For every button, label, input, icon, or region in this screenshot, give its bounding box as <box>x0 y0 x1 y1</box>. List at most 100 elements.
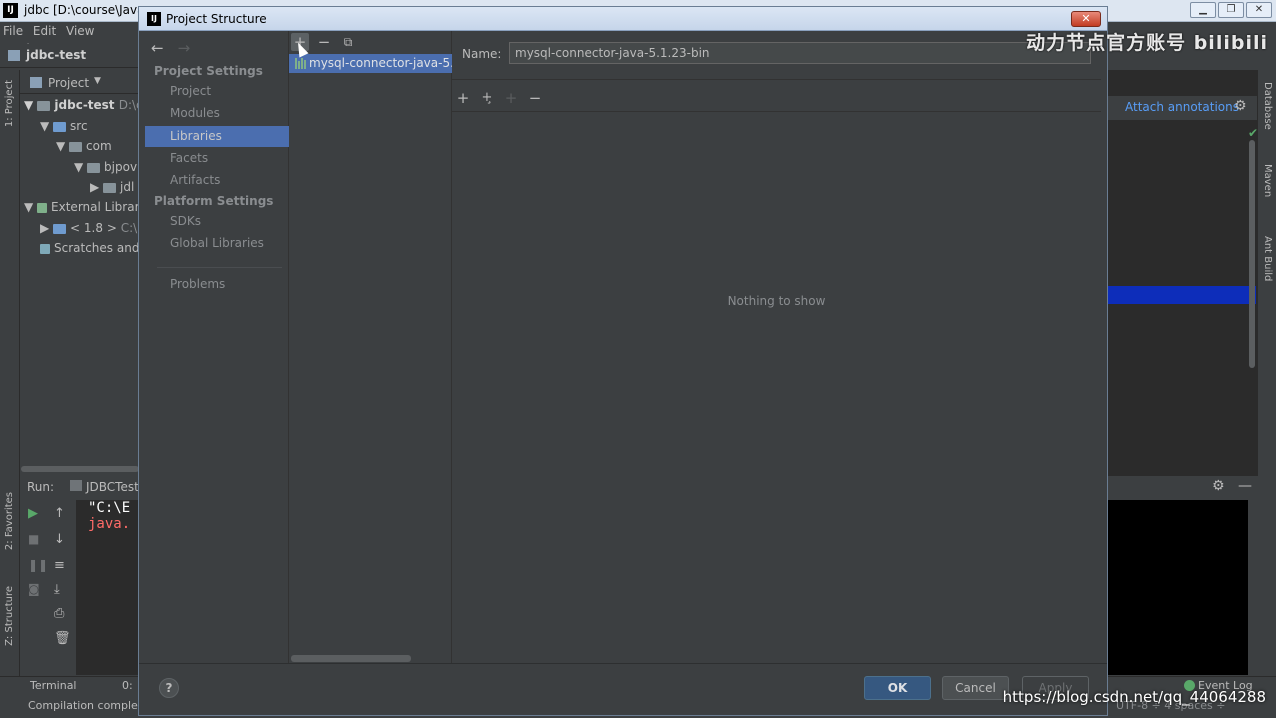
status-text: Compilation comple <box>28 699 138 712</box>
nav-item-modules[interactable]: Modules <box>145 103 289 124</box>
pause-icon[interactable]: ❚❚ <box>28 558 48 572</box>
stripe-database[interactable]: Database <box>1262 82 1273 130</box>
empty-state-text: Nothing to show <box>727 294 826 308</box>
gear-icon[interactable]: ⚙ <box>1234 98 1247 114</box>
cancel-button[interactable]: Cancel <box>942 676 1009 700</box>
restore-icon[interactable]: ❐ <box>1218 2 1244 18</box>
ide-window-title: jdbc [D:\course\Java <box>24 3 145 17</box>
menu-view[interactable]: View <box>63 22 97 40</box>
tree-item-scratches[interactable]: Scratches and <box>40 238 139 258</box>
soft-wrap-icon[interactable]: ≡ <box>54 558 65 573</box>
copy-library-icon[interactable]: ⧉ <box>339 33 357 51</box>
stripe-structure[interactable]: Z: Structure <box>4 586 15 646</box>
trash-icon[interactable]: 🗑 <box>54 631 71 646</box>
up-arrow-icon[interactable]: ↑ <box>54 506 65 521</box>
stripe-project[interactable]: 1: Project <box>4 80 15 127</box>
print-icon[interactable]: ⎙ <box>54 606 64 621</box>
package-icon <box>103 182 117 193</box>
messages-tab[interactable]: 0: <box>122 679 133 692</box>
sdk-icon <box>53 223 67 234</box>
run-label: Run: <box>27 480 55 494</box>
dialog-title: Project Structure <box>166 12 267 26</box>
stripe-favorites[interactable]: 2: Favorites <box>4 492 15 550</box>
right-tool-stripe: Database Maven Ant Build <box>1257 70 1276 676</box>
forward-arrow-icon[interactable]: → <box>178 39 191 57</box>
tree-item-jdk[interactable]: ▶ < 1.8 > C:\ <box>40 218 137 238</box>
menu-edit[interactable]: Edit <box>30 22 59 40</box>
ide-menubar: File Edit View Navig <box>0 22 140 56</box>
help-button[interactable]: ? <box>159 678 179 698</box>
library-list-item[interactable]: mysql-connector-java-5.1.23-bin <box>289 54 452 73</box>
platform-settings-header: Platform Settings <box>154 194 274 208</box>
dialog-body: ← → Project Settings Project Modules Libr… <box>145 31 1101 663</box>
nav-item-problems[interactable]: Problems <box>145 274 289 295</box>
nav-item-artifacts[interactable]: Artifacts <box>145 170 289 191</box>
project-view-icon <box>30 77 42 88</box>
video-watermark: 动力节点官方账号 bilibili <box>1026 32 1268 54</box>
stripe-ant-build[interactable]: Ant Build <box>1262 236 1273 281</box>
dialog-close-button[interactable]: ✕ <box>1071 11 1101 27</box>
ok-button[interactable]: OK <box>864 676 931 700</box>
terminal-tab[interactable]: Terminal <box>30 679 77 692</box>
tree-item-bjpow[interactable]: ▼ bjpov <box>74 157 137 177</box>
nav-item-libraries[interactable]: Libraries <box>145 126 289 147</box>
library-detail-panel: Name: mysql-connector-java-5.1.23-bin + … <box>452 31 1101 663</box>
editor-area[interactable] <box>1108 70 1258 480</box>
tree-item-external-libraries[interactable]: ▼ External Librar <box>24 197 140 217</box>
project-view-header: Project ▼ <box>20 72 140 94</box>
close-icon[interactable]: ✕ <box>1246 2 1272 18</box>
project-tool-window: Project ▼ ▼ jdbc-test D:\c ▼ src ▼ com ▼… <box>20 70 143 472</box>
tree-item-com[interactable]: ▼ com <box>56 136 112 156</box>
project-hscrollbar[interactable] <box>21 466 139 472</box>
console-stacktrace <box>130 540 138 670</box>
library-item-label: mysql-connector-java-5.1.23-bin <box>309 56 452 70</box>
remove-root-icon[interactable]: − <box>526 89 544 107</box>
bottom-right-console[interactable] <box>1108 500 1248 675</box>
minimize-icon[interactable]: ▁ <box>1190 2 1216 18</box>
settings-gear-icon[interactable]: ⚙ <box>1212 478 1225 494</box>
run-config-icon <box>70 480 82 491</box>
camera-icon[interactable]: ◙ <box>28 582 40 596</box>
library-name-input[interactable]: mysql-connector-java-5.1.23-bin <box>509 42 1091 64</box>
editor-vscrollbar[interactable] <box>1249 140 1255 368</box>
chevron-down-icon[interactable]: ▼ <box>94 76 101 86</box>
rerun-icon[interactable]: ▶ <box>28 506 38 521</box>
intellij-logo-icon: IJ <box>147 12 161 26</box>
libraries-hscrollbar[interactable] <box>291 655 411 662</box>
menu-file[interactable]: File <box>0 22 26 40</box>
tree-item-jdbc[interactable]: ▶ jdl <box>90 177 134 197</box>
library-icon <box>37 202 48 213</box>
nav-item-facets[interactable]: Facets <box>145 148 289 169</box>
stripe-maven[interactable]: Maven <box>1262 164 1273 197</box>
folder-icon <box>37 100 51 111</box>
remove-library-icon[interactable]: − <box>315 33 333 51</box>
settings-navigation: ← → Project Settings Project Modules Libr… <box>145 31 289 663</box>
tree-item-jdbc-test[interactable]: ▼ jdbc-test D:\c <box>24 95 143 115</box>
attach-annotations-bar: Attach annotations ⚙ <box>1108 96 1258 120</box>
run-console[interactable]: "C:\E java. <box>76 500 140 675</box>
project-view-selector[interactable]: Project <box>48 76 89 90</box>
project-crumb-label[interactable]: jdbc-test <box>26 48 86 62</box>
project-folder-icon <box>8 50 20 61</box>
detail-divider <box>452 79 1101 80</box>
nav-item-project[interactable]: Project <box>145 81 289 102</box>
down-arrow-icon[interactable]: ↓ <box>54 532 65 547</box>
add-with-options-icon[interactable]: +̧ <box>478 89 496 107</box>
project-breadcrumb: jdbc-test <box>0 44 140 68</box>
library-roots-toolbar: + +̧ + − <box>452 85 1101 109</box>
nav-item-sdks[interactable]: SDKs <box>145 211 289 232</box>
add-root-icon[interactable]: + <box>454 89 472 107</box>
tree-item-src[interactable]: ▼ src <box>40 116 88 136</box>
stop-icon[interactable]: ■ <box>28 532 39 546</box>
scroll-to-end-icon[interactable]: ⤓ <box>54 582 60 597</box>
nav-item-global-libraries[interactable]: Global Libraries <box>145 233 289 254</box>
console-line: "C:\E <box>88 500 131 516</box>
run-tab[interactable]: JDBCTest <box>86 480 139 494</box>
library-roots-list[interactable]: Nothing to show <box>452 111 1101 663</box>
libraries-list-panel: + − ⧉ mysql-connector-java-5.1.23-bin <box>289 31 452 663</box>
back-arrow-icon[interactable]: ← <box>151 39 164 57</box>
bottom-right-panel: ⚙ — <box>1108 476 1258 676</box>
attach-annotations-link[interactable]: Attach annotations <box>1125 100 1239 114</box>
hide-panel-icon[interactable]: — <box>1238 478 1252 494</box>
name-label: Name: <box>462 47 502 61</box>
